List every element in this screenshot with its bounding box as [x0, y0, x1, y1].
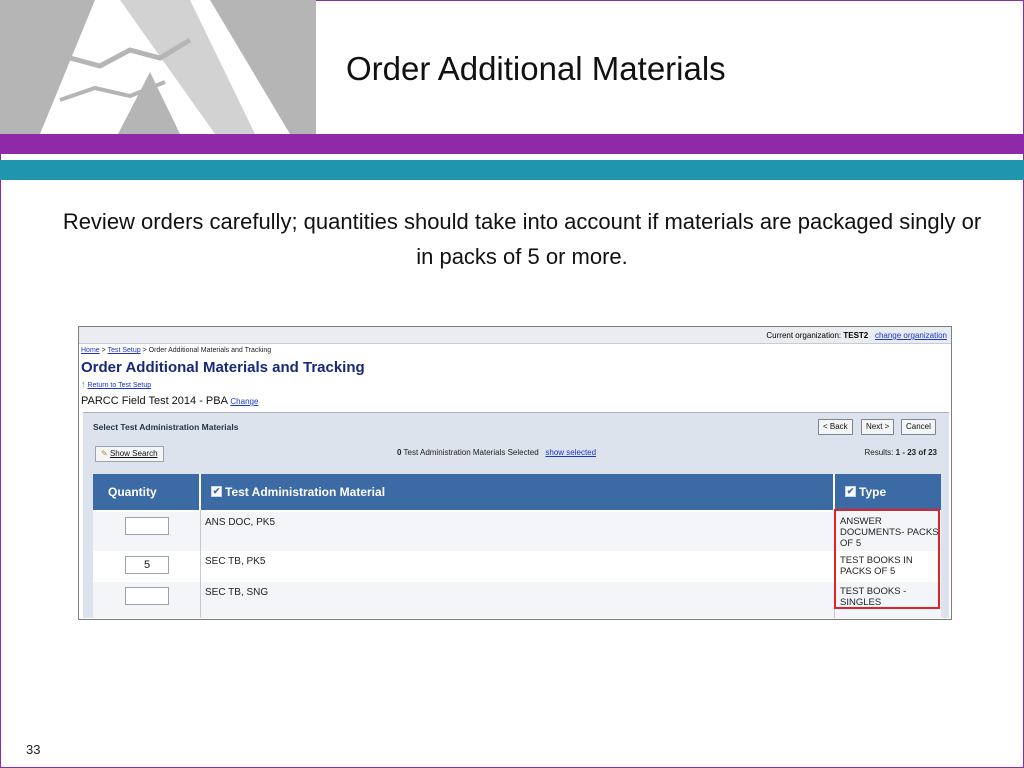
test-name-row: PARCC Field Test 2014 - PBA Change	[81, 395, 258, 407]
test-name: PARCC Field Test 2014 - PBA	[81, 395, 228, 407]
up-arrow-icon: ↑	[81, 379, 86, 389]
table-row: SEC TB, SNG TEST BOOKS - SINGLES	[93, 582, 941, 618]
change-test-link[interactable]: Change	[230, 397, 258, 406]
type-header-label: Type	[859, 485, 887, 499]
app-screenshot: Current organization: TEST2 change organ…	[78, 326, 952, 620]
breadcrumb-test-setup[interactable]: Test Setup	[108, 347, 141, 354]
breadcrumb-sep: >	[101, 347, 106, 354]
results-info: Results: 1 - 23 of 23	[865, 448, 938, 457]
search-icon: ✎	[101, 449, 108, 458]
results-label: Results:	[864, 448, 894, 457]
selected-info: 0 Test Administration Materials Selected…	[397, 448, 596, 457]
table-row: SEC TB, PK5 TEST BOOKS IN PACKS OF 5	[93, 551, 941, 582]
cancel-button[interactable]: Cancel	[901, 419, 936, 435]
return-to-test-setup-link[interactable]: Return to Test Setup	[87, 382, 151, 389]
next-button[interactable]: Next >	[861, 419, 895, 435]
results-value: 1 - 23 of 23	[895, 448, 937, 457]
breadcrumb-sep: >	[142, 347, 147, 354]
quantity-input[interactable]	[125, 556, 169, 574]
quantity-header-label: Quantity	[108, 485, 157, 499]
page-title: Order Additional Materials and Tracking	[81, 359, 365, 376]
selected-text: Test Administration Materials Selected	[403, 448, 539, 457]
teal-band	[0, 160, 1024, 180]
material-cell: ANS DOC, PK5	[205, 517, 276, 528]
material-cell: SEC TB, SNG	[205, 587, 269, 598]
type-header[interactable]: ✔ Type	[835, 474, 941, 510]
change-organization-link[interactable]: change organization	[875, 331, 947, 340]
purple-band	[0, 134, 1024, 154]
back-button[interactable]: < Back	[818, 419, 853, 435]
checkbox-icon[interactable]: ✔	[845, 486, 856, 497]
org-name: TEST2	[843, 331, 869, 340]
type-highlight-box	[834, 509, 940, 609]
materials-table: Quantity ✔ Test Administration Material …	[93, 474, 941, 618]
slide-number: 33	[26, 742, 41, 757]
intro-text: Review orders carefully; quantities shou…	[62, 209, 982, 269]
quantity-input[interactable]	[125, 587, 169, 605]
material-header[interactable]: ✔ Test Administration Material	[201, 474, 833, 510]
selected-count: 0	[397, 448, 402, 457]
material-header-label: Test Administration Material	[225, 485, 386, 499]
slide-title: Order Additional Materials	[346, 50, 726, 87]
show-selected-link[interactable]: show selected	[545, 448, 596, 457]
breadcrumb: Home > Test Setup > Order Additional Mat…	[81, 347, 271, 354]
panel-title: Select Test Administration Materials	[93, 422, 239, 432]
materials-panel: Select Test Administration Materials < B…	[83, 412, 949, 618]
logo-a-icon	[0, 0, 316, 134]
org-bar: Current organization: TEST2 change organ…	[79, 327, 951, 344]
return-row: ↑ Return to Test Setup	[81, 379, 151, 389]
table-row: ANS DOC, PK5 ANSWER DOCUMENTS- PACKS OF …	[93, 512, 941, 551]
material-cell: SEC TB, PK5	[205, 556, 266, 567]
breadcrumb-current: Order Additional Materials and Tracking	[148, 347, 272, 354]
show-search-label: Show Search	[109, 449, 158, 458]
org-label: Current organization:	[766, 331, 842, 340]
column-divider	[200, 510, 201, 618]
quantity-header: Quantity	[93, 474, 199, 510]
show-search-button[interactable]: ✎ Show Search	[95, 446, 164, 462]
checkbox-icon[interactable]: ✔	[211, 486, 222, 497]
breadcrumb-home[interactable]: Home	[81, 347, 100, 354]
quantity-input[interactable]	[125, 517, 169, 535]
